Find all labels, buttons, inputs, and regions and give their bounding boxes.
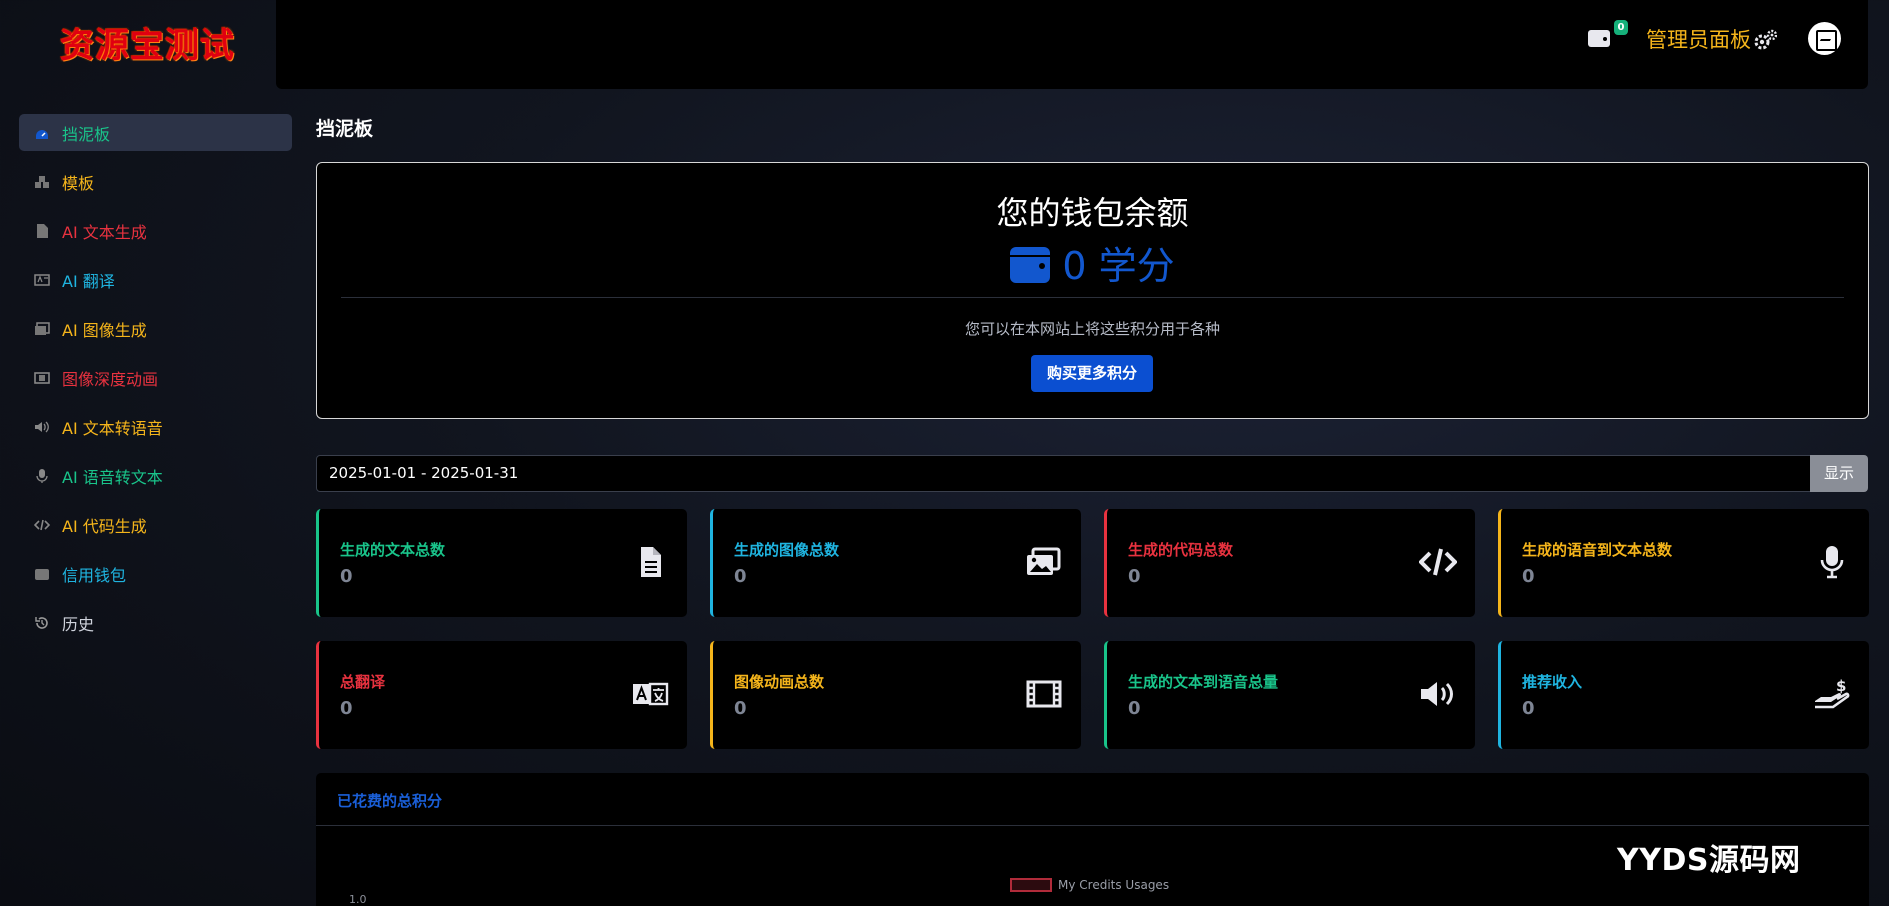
wallet-amount-text: 0 学分	[1062, 244, 1175, 288]
sidebar-item-label: 信用钱包	[62, 565, 127, 585]
sidebar-item-10[interactable]: 历史	[19, 604, 292, 641]
site-logo[interactable]: 资源宝测试	[60, 18, 235, 67]
sidebar-item-7[interactable]: AI 语音转文本	[19, 457, 292, 494]
code-icon	[34, 517, 50, 533]
boxes-icon	[34, 174, 50, 190]
legend-swatch	[1010, 878, 1052, 892]
stat-value: 0	[1522, 698, 1535, 719]
page-title: 挡泥板	[316, 118, 374, 140]
sidebar: 挡泥板模板 AI 文本生成 AI 翻译 AI 图像生成 图像深度动画 AI 文本转语音 AI…	[19, 114, 292, 653]
sidebar-item-label: 图像深度动画	[62, 369, 159, 389]
stat-value: 0	[1128, 566, 1141, 587]
stat-label: 生成的图像总数	[734, 541, 840, 559]
code-icon	[1419, 545, 1457, 579]
sidebar-item-9[interactable]: 信用钱包	[19, 555, 292, 592]
stat-label: 总翻译	[340, 673, 386, 691]
top-bar	[276, 0, 1868, 89]
sidebar-item-6[interactable]: AI 文本转语音	[19, 408, 292, 445]
cogs-icon[interactable]	[1753, 29, 1777, 51]
sidebar-item-label: 模板	[62, 173, 95, 193]
stat-card: 生成的代码总数 0	[1104, 509, 1475, 617]
volume-icon	[34, 419, 50, 435]
wallet-badge: 0	[1614, 20, 1628, 35]
stat-card: 推荐收入 0 $	[1498, 641, 1869, 749]
admin-panel-link[interactable]: 管理员面板	[1646, 24, 1751, 54]
sidebar-item-label: AI 文本转语音	[62, 418, 163, 438]
svg-text:$: $	[1836, 677, 1846, 695]
sidebar-item-8[interactable]: AI 代码生成	[19, 506, 292, 543]
microphone-icon	[1813, 545, 1851, 579]
wallet-icon[interactable]	[1588, 28, 1610, 48]
sidebar-item-label: 历史	[62, 614, 95, 634]
wallet-icon	[34, 566, 50, 582]
buy-credits-button[interactable]: 购买更多积分	[1031, 355, 1153, 392]
user-avatar[interactable]	[1808, 22, 1841, 55]
history-icon	[34, 615, 50, 631]
stat-value: 0	[734, 698, 747, 719]
sidebar-item-label: AI 文本生成	[62, 222, 147, 242]
divider	[341, 297, 1844, 298]
sidebar-item-4[interactable]: AI 图像生成	[19, 310, 292, 347]
legend-label: My Credits Usages	[1058, 878, 1170, 892]
language-icon	[34, 272, 50, 288]
stat-card: 总翻译 0	[316, 641, 687, 749]
file-lines-icon	[631, 545, 669, 579]
credits-title: 已花费的总积分	[337, 792, 443, 810]
stat-label: 生成的代码总数	[1128, 541, 1234, 559]
sidebar-item-2[interactable]: AI 文本生成	[19, 212, 292, 249]
images-icon	[34, 321, 50, 337]
stat-label: 推荐收入	[1522, 673, 1583, 691]
film-icon	[1025, 677, 1063, 711]
sidebar-item-label: AI 代码生成	[62, 516, 147, 536]
wallet-balance-card: 您的钱包余额 0 学分 您可以在本网站上将这些积分用于各种 购买更多积分	[316, 162, 1869, 419]
stat-card: 图像动画总数 0	[710, 641, 1081, 749]
film-icon	[34, 370, 50, 386]
stat-card: 生成的文本总数 0	[316, 509, 687, 617]
volume-icon	[1419, 677, 1457, 711]
stat-value: 0	[1128, 698, 1141, 719]
wallet-description: 您可以在本网站上将这些积分用于各种	[964, 320, 1220, 338]
file-icon	[34, 223, 50, 239]
stat-label: 图像动画总数	[734, 673, 825, 691]
hand-dollar-icon: $	[1813, 677, 1851, 711]
stat-label: 生成的语音到文本总数	[1522, 541, 1673, 559]
sidebar-item-label: AI 图像生成	[62, 320, 147, 340]
show-button[interactable]: 显示	[1810, 455, 1868, 492]
stat-card: 生成的图像总数 0	[710, 509, 1081, 617]
wallet-icon	[1010, 247, 1051, 283]
sidebar-item-label: AI 翻译	[62, 271, 115, 291]
sidebar-item-label: AI 语音转文本	[62, 467, 163, 487]
stat-value: 0	[340, 698, 353, 719]
stat-label: 生成的文本总数	[340, 541, 446, 559]
y-axis-tick: 1.0	[349, 893, 367, 906]
sidebar-item-5[interactable]: 图像深度动画	[19, 359, 292, 396]
stat-label: 生成的文本到语音总量	[1128, 673, 1279, 691]
stat-value: 0	[734, 566, 747, 587]
wallet-title: 您的钱包余额	[996, 194, 1189, 232]
divider	[316, 825, 1869, 826]
stat-card: 生成的语音到文本总数 0	[1498, 509, 1869, 617]
chart-legend[interactable]: My Credits Usages	[1010, 878, 1169, 892]
stat-value: 0	[340, 566, 353, 587]
sidebar-item-0[interactable]: 挡泥板	[19, 114, 292, 151]
microphone-icon	[34, 468, 50, 484]
stat-value: 0	[1522, 566, 1535, 587]
date-range-input[interactable]: 2025-01-01 - 2025-01-31	[316, 455, 1811, 492]
watermark: YYDS源码网	[1617, 843, 1801, 878]
language-icon	[631, 677, 669, 711]
wallet-amount: 0 学分	[317, 235, 1868, 290]
sidebar-item-label: 挡泥板	[62, 124, 111, 144]
stat-card: 生成的文本到语音总量 0	[1104, 641, 1475, 749]
images-icon	[1025, 545, 1063, 579]
sidebar-item-1[interactable]: 模板	[19, 163, 292, 200]
dashboard-icon	[34, 125, 50, 141]
sidebar-item-3[interactable]: AI 翻译	[19, 261, 292, 298]
